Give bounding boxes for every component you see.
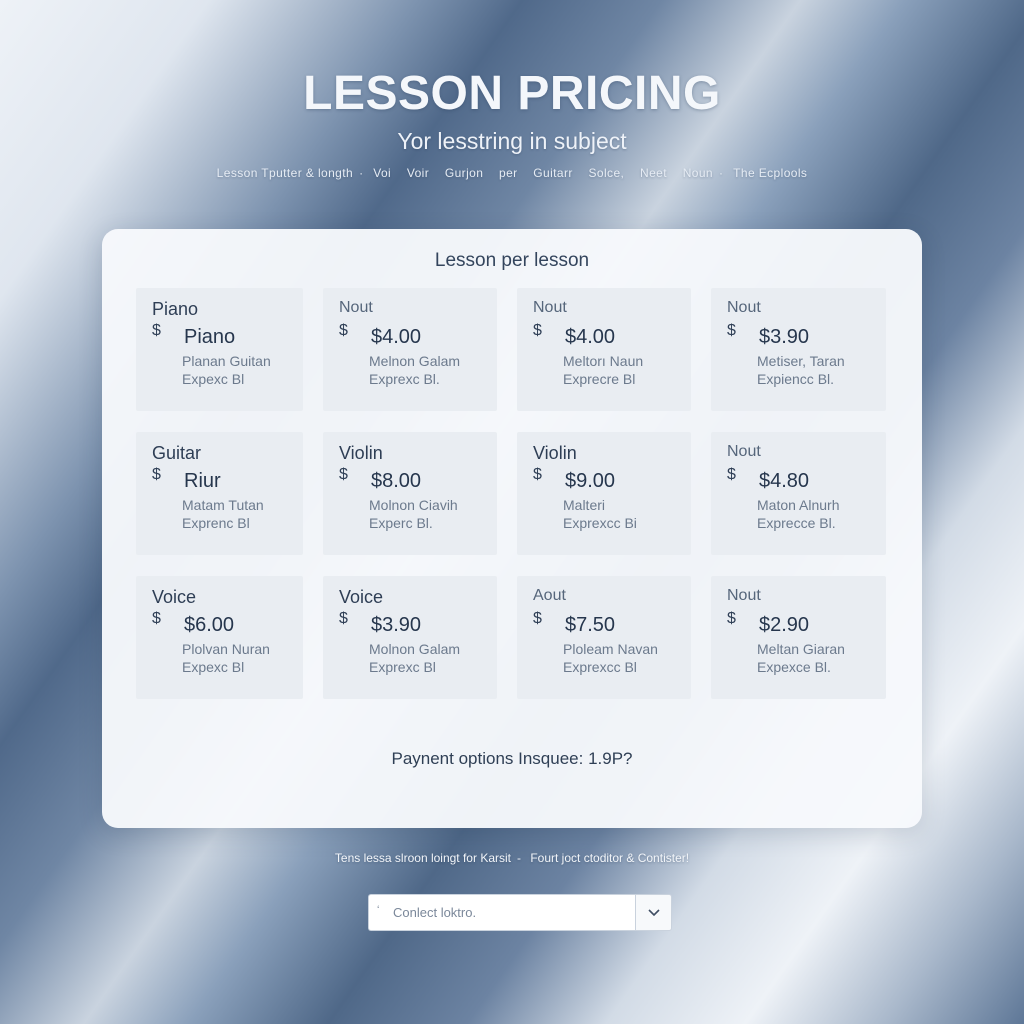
price-tile[interactable]: Nout $ $4.00 Melnon Galam Exprexc Bl. — [323, 288, 497, 411]
tile-description: Malteri — [563, 497, 606, 513]
price-tile[interactable]: Aout $ $7.50 Ploleam Navan Exprexcc Bl — [517, 576, 691, 699]
breadcrumb-item[interactable]: Lesson Tputter & longth — [217, 166, 353, 180]
breadcrumb-item[interactable]: Neet — [640, 166, 667, 180]
tile-price: $3.90 — [371, 614, 422, 636]
dollar-icon: $ — [152, 466, 161, 483]
tile-note: Exprexc Bl — [369, 659, 436, 675]
tile-description: Molnon Galam — [369, 641, 461, 657]
page-subtitle: Yor lesstring in subject — [397, 128, 627, 154]
dollar-icon: $ — [727, 610, 736, 627]
tile-price: $6.00 — [184, 614, 235, 636]
breadcrumb-item[interactable]: The Ecplools — [733, 166, 807, 180]
tile-price: $9.00 — [565, 470, 616, 492]
tile-description: Meltan Giaran — [757, 641, 845, 657]
price-tile[interactable]: Violin $ $8.00 Molnon Ciavih Experc Bl. — [323, 432, 497, 555]
tile-description: Planan Guitan — [182, 353, 271, 369]
tile-price: $7.50 — [565, 614, 616, 636]
tile-price: $4.00 — [371, 326, 422, 348]
price-tile[interactable]: Nout $ $4.00 Meltorı Naun Exprecre Bl — [517, 288, 691, 411]
tile-instrument-name: Voice — [152, 587, 197, 607]
contact-lead-mark: ‘ — [377, 904, 380, 916]
price-tile[interactable]: Nout $ $4.80 Maton Alnurh Exprecce Bl. — [711, 432, 886, 555]
pricing-page: LESSON PRICING Yor lesstring in subject … — [0, 0, 1024, 1024]
tile-description: Ploleam Navan — [563, 641, 658, 657]
pricing-grid: Piano $ Piano Planan Guitan Expexc Bl No… — [136, 288, 888, 699]
breadcrumb-item[interactable]: Gurjon — [445, 166, 483, 180]
dollar-icon: $ — [339, 610, 348, 627]
tile-price: $3.90 — [759, 326, 810, 348]
breadcrumb-item[interactable]: per — [499, 166, 518, 180]
price-tile[interactable]: Voice $ $6.00 Plolvan Nuran Expexc Bl — [136, 576, 303, 699]
tile-note: Experc Bl. — [369, 515, 433, 531]
tile-note: Exprenc Bl — [182, 515, 250, 531]
dollar-icon: $ — [152, 322, 161, 339]
tile-instrument-name: Piano — [152, 299, 199, 319]
tile-description: Melnon Galam — [369, 353, 461, 369]
price-tile[interactable]: Nout $ $3.90 Metiser, Taran Expiencc Bl. — [711, 288, 886, 411]
tile-note: Exprexcc Bi — [563, 515, 637, 531]
tile-price: $8.00 — [371, 470, 422, 492]
dollar-icon: $ — [152, 610, 161, 627]
tile-price: Piano — [184, 326, 236, 348]
breadcrumb-item[interactable]: Voir — [407, 166, 429, 180]
tile-instrument-name: Voice — [339, 587, 384, 607]
dollar-icon: $ — [533, 610, 542, 627]
tile-note: Expexc Bl — [182, 659, 245, 675]
tile-note: Exprecre Bl — [563, 371, 636, 387]
tile-note: Expiencc Bl. — [757, 371, 835, 387]
tile-note: Expexce Bl. — [757, 659, 831, 675]
breadcrumb-item[interactable]: Guitarr — [533, 166, 572, 180]
tile-note: Exprexcc Bl — [563, 659, 637, 675]
tile-instrument-name: Nout — [727, 587, 761, 604]
price-tile[interactable]: Piano $ Piano Planan Guitan Expexc Bl — [136, 288, 303, 411]
dollar-icon: $ — [533, 466, 542, 483]
tile-instrument-name: Nout — [727, 299, 761, 316]
breadcrumb-item[interactable]: Noun — [683, 166, 713, 180]
tile-price: Riur — [184, 470, 221, 492]
chevron-down-icon — [647, 908, 660, 916]
breadcrumb: Lesson Tputter & longth · Voi Voir Gurjon… — [216, 166, 808, 180]
tile-price: $4.00 — [565, 326, 616, 348]
price-tile[interactable]: Nout $ $2.90 Meltan Giaran Expexce Bl. — [711, 576, 886, 699]
tile-note: Exprecce Bl. — [757, 515, 836, 531]
pricing-card: Lesson per lesson Piano $ Piano Planan G… — [102, 229, 922, 828]
breadcrumb-item[interactable]: Solce, — [589, 166, 625, 180]
dollar-icon: $ — [339, 466, 348, 483]
dollar-icon: $ — [533, 322, 542, 339]
tile-description: Plolvan Nuran — [182, 641, 270, 657]
tile-instrument-name: Violin — [339, 443, 383, 463]
footer-note: Tens lessa slroon loingt for Karsit - Fou… — [334, 851, 690, 865]
tile-note: Expexc Bl — [182, 371, 245, 387]
tile-instrument-name: Guitar — [152, 443, 202, 463]
tile-instrument-name: Nout — [533, 299, 567, 316]
tile-description: Metiser, Taran — [757, 353, 845, 369]
tile-description: Matam Tutan — [182, 497, 264, 513]
tile-description: Meltorı Naun — [563, 353, 644, 369]
contact-input[interactable] — [368, 894, 635, 931]
pricing-card-heading: Lesson per lesson — [434, 250, 590, 271]
dollar-icon: $ — [339, 322, 348, 339]
tile-description: Molnon Ciavih — [369, 497, 458, 513]
contact-select[interactable]: ‘ — [368, 894, 672, 931]
breadcrumb-item[interactable]: Voi — [373, 166, 391, 180]
tile-description: Maton Alnurh — [757, 497, 840, 513]
dollar-icon: $ — [727, 466, 736, 483]
tile-instrument-name: Nout — [339, 299, 373, 316]
contact-dropdown-button[interactable] — [635, 894, 672, 931]
tile-instrument-name: Violin — [533, 443, 577, 463]
tile-instrument-name: Nout — [727, 443, 761, 460]
page-title: LESSON PRICING — [303, 67, 721, 120]
dollar-icon: $ — [727, 322, 736, 339]
payment-options-text: Paynent options Insquee: 1.9P? — [391, 749, 633, 768]
tile-note: Exprexc Bl. — [369, 371, 440, 387]
tile-price: $2.90 — [759, 614, 810, 636]
price-tile[interactable]: Violin $ $9.00 Malteri Exprexcc Bi — [517, 432, 691, 555]
price-tile[interactable]: Guitar $ Riur Matam Tutan Exprenc Bl — [136, 432, 303, 555]
footer-note-link[interactable]: Fourt joct ctoditor & Contister! — [530, 851, 689, 865]
footer-note-item: Tens lessa slroon loingt for Karsit — [334, 851, 511, 865]
price-tile[interactable]: Voice $ $3.90 Molnon Galam Exprexc Bl — [323, 576, 497, 699]
tile-price: $4.80 — [759, 470, 810, 492]
tile-instrument-name: Aout — [533, 587, 566, 604]
